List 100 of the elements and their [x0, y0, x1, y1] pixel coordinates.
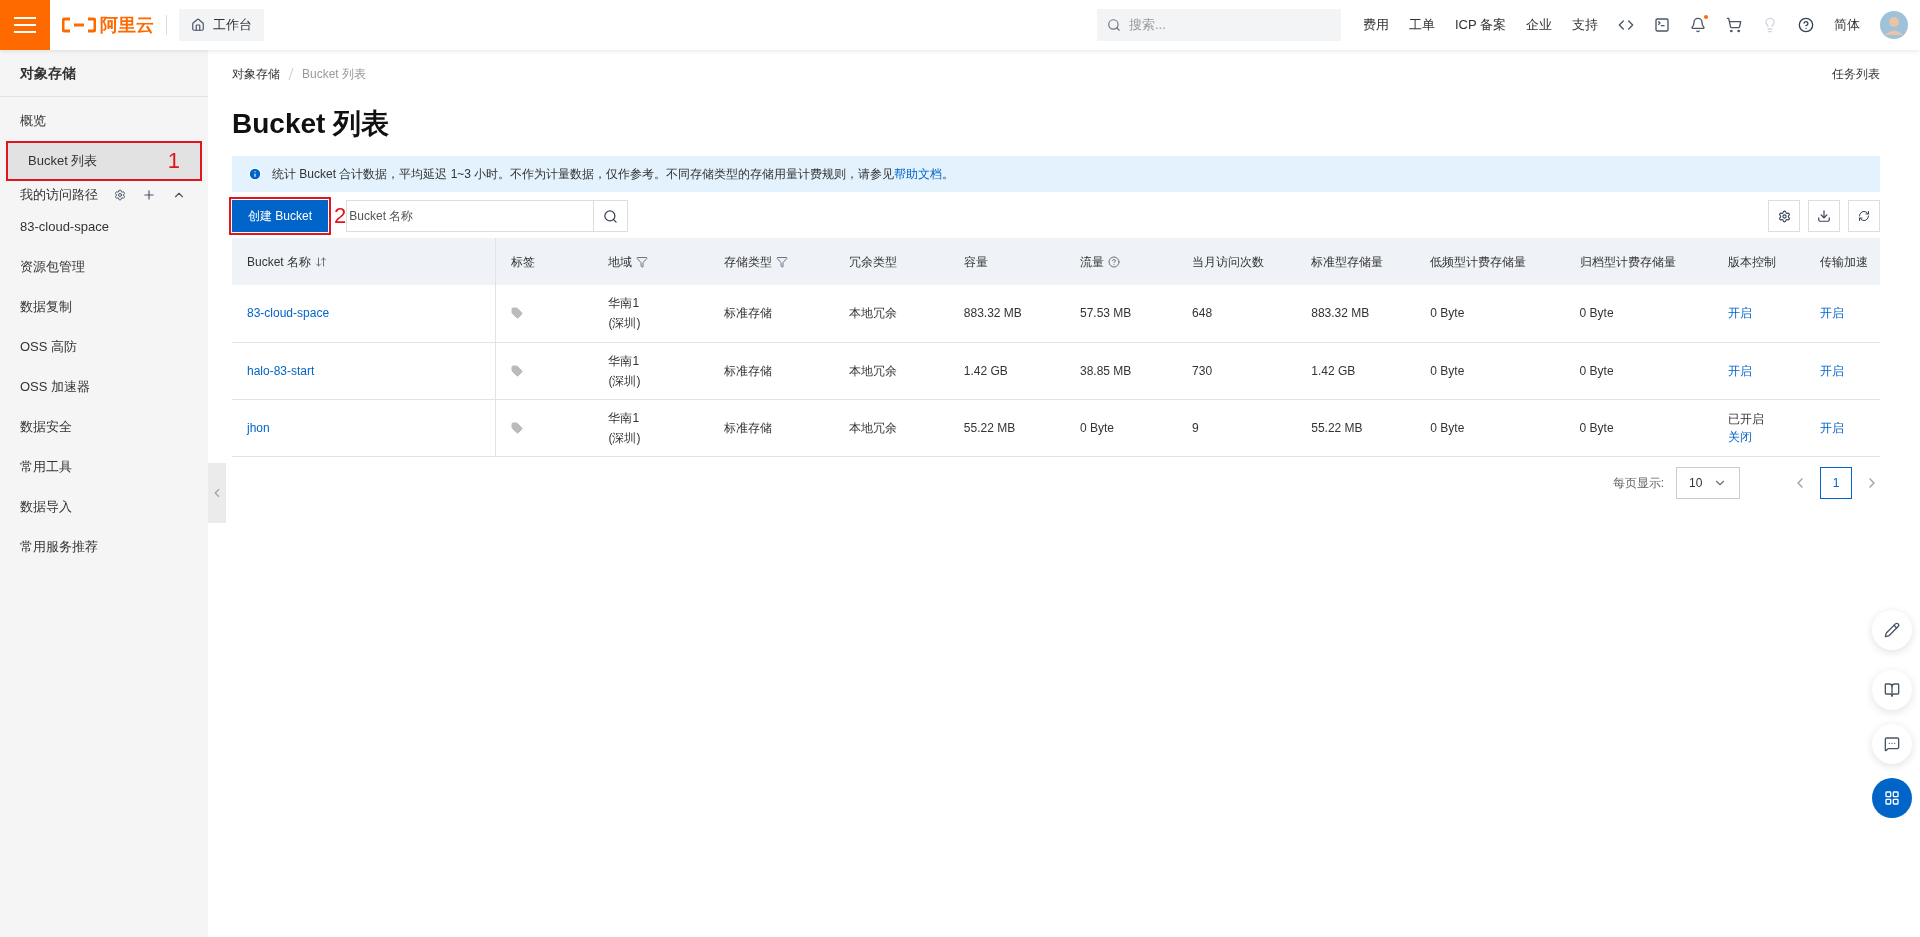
search-icon: [1106, 18, 1121, 32]
table-cell: 0 Byte: [1430, 306, 1465, 321]
add-icon[interactable]: [142, 188, 156, 202]
table-cell: 本地冗余: [848, 306, 897, 321]
page-button[interactable]: 1: [1820, 466, 1852, 499]
refresh-button[interactable]: [1848, 200, 1880, 232]
menu-button[interactable]: [0, 0, 50, 50]
sidebar-title: 对象存储: [0, 50, 208, 97]
sidebar-item[interactable]: 资源包管理: [0, 247, 208, 287]
column-header: 低频型计费存储量: [1430, 253, 1527, 271]
docs-button[interactable]: [1872, 670, 1912, 710]
menu-icon: [14, 17, 36, 33]
bucket-search-field[interactable]: Bucket 名称: [347, 201, 594, 231]
nav-link[interactable]: ICP 备案: [1454, 15, 1506, 35]
chat-button[interactable]: [1872, 724, 1912, 764]
table-cell: 57.53 MB: [1079, 306, 1132, 321]
sidebar-item[interactable]: OSS 加速器: [0, 367, 208, 407]
table-cell: 9: [1192, 420, 1199, 435]
table-cell: 883.32 MB: [1311, 306, 1370, 321]
table-cell: 55.22 MB: [1311, 420, 1363, 435]
column-header: Bucket 名称: [247, 253, 312, 271]
sidebar-item[interactable]: Bucket 列表 1: [6, 141, 202, 181]
column-header: 归档型计费存储量: [1579, 253, 1676, 271]
bucket-name-link[interactable]: 83-cloud-space: [247, 306, 330, 321]
nav-link[interactable]: 工单: [1408, 15, 1435, 35]
edit-button[interactable]: [1872, 610, 1912, 650]
terminal-icon[interactable]: [1654, 17, 1670, 33]
table-cell: 55.22 MB: [963, 420, 1016, 435]
search-field[interactable]: 搜索...: [1128, 15, 1331, 35]
nav-link[interactable]: 支持: [1572, 15, 1598, 35]
sidebar-item[interactable]: 概览: [0, 101, 208, 141]
table-cell: 730: [1192, 363, 1213, 378]
search-icon[interactable]: [603, 208, 619, 224]
column-header: 地域: [608, 253, 633, 271]
table-cell: 标准存储: [723, 306, 772, 321]
sidebar-item[interactable]: 常用服务推荐: [0, 527, 208, 567]
cart-icon[interactable]: [1726, 17, 1742, 33]
sidebar-item[interactable]: 数据导入: [0, 487, 208, 527]
acceleration-link[interactable]: 开启: [1819, 420, 1844, 435]
column-header: 标签: [510, 253, 535, 271]
table-cell: 本地冗余: [848, 420, 897, 435]
filter-icon[interactable]: [775, 255, 788, 268]
annotation-number: 2: [334, 205, 347, 227]
table-cell: 0 Byte: [1430, 420, 1465, 435]
bucket-search-box[interactable]: Bucket 名称: [346, 200, 629, 232]
sidebar-item[interactable]: 数据安全: [0, 407, 208, 447]
info-icon: [248, 167, 262, 181]
create-bucket-button[interactable]: 创建 Bucket: [232, 200, 329, 232]
settings-icon: [1777, 209, 1791, 223]
filter-icon[interactable]: [636, 255, 649, 268]
bucket-name-link[interactable]: halo-83-start: [247, 363, 315, 378]
settings-button[interactable]: [1768, 200, 1800, 232]
collapse-handle[interactable]: [208, 463, 226, 523]
logo-icon: [62, 17, 96, 33]
version-link[interactable]: 开启: [1727, 306, 1752, 321]
sidebar-item[interactable]: OSS 高防: [0, 327, 208, 367]
nav-link[interactable]: 费用: [1362, 15, 1389, 35]
version-link[interactable]: 关闭: [1727, 429, 1752, 444]
sort-icon[interactable]: [315, 255, 328, 268]
apps-button[interactable]: [1872, 778, 1912, 818]
version-status: 已开启: [1727, 411, 1764, 426]
acceleration-link[interactable]: 开启: [1819, 363, 1844, 378]
help-doc-link[interactable]: 帮助文档: [894, 167, 943, 181]
table-cell: 0 Byte: [1079, 420, 1114, 435]
download-icon: [1817, 209, 1831, 223]
table-cell: 标准存储: [723, 420, 772, 435]
nav-link[interactable]: 企业: [1526, 15, 1552, 35]
bucket-name-link[interactable]: jhon: [247, 420, 270, 435]
language-link[interactable]: 简体: [1834, 15, 1860, 35]
notification-icon[interactable]: [1690, 17, 1706, 33]
column-header: 冗余类型: [848, 253, 897, 271]
code-icon[interactable]: [1618, 17, 1634, 33]
page-title: Bucket 列表: [232, 107, 391, 141]
column-header: 标准型存储量: [1311, 253, 1384, 271]
table-cell: 1.42 GB: [1311, 363, 1356, 378]
sidebar-item[interactable]: 数据复制: [0, 287, 208, 327]
sidebar-item[interactable]: 常用工具: [0, 447, 208, 487]
column-header: 版本控制: [1727, 253, 1776, 271]
logo-text: 阿里云: [100, 13, 154, 37]
breadcrumb-link[interactable]: 对象存储: [232, 65, 280, 83]
chat-icon: [1884, 736, 1900, 752]
page-size-select[interactable]: 10: [1676, 466, 1740, 499]
table-cell: 1.42 GB: [963, 363, 1008, 378]
download-button[interactable]: [1808, 200, 1840, 232]
table-cell: 648: [1192, 306, 1213, 321]
table-cell: 0 Byte: [1430, 363, 1465, 378]
book-icon: [1884, 682, 1900, 698]
column-header: 容量: [963, 253, 988, 271]
help-icon[interactable]: [1798, 17, 1814, 33]
table-cell: 0 Byte: [1579, 420, 1614, 435]
search-box[interactable]: 搜索...: [1096, 9, 1341, 41]
settings-icon[interactable]: [114, 189, 126, 201]
sidebar-item[interactable]: 83-cloud-space: [0, 207, 208, 247]
task-list-link[interactable]: 任务列表: [1832, 65, 1880, 83]
workbench-button[interactable]: 工作台: [179, 9, 264, 41]
help-icon: [1107, 255, 1120, 268]
acceleration-link[interactable]: 开启: [1819, 306, 1844, 321]
table-cell: 0 Byte: [1579, 306, 1614, 321]
breadcrumb-separator-icon: [288, 68, 294, 80]
version-link[interactable]: 开启: [1727, 363, 1752, 378]
